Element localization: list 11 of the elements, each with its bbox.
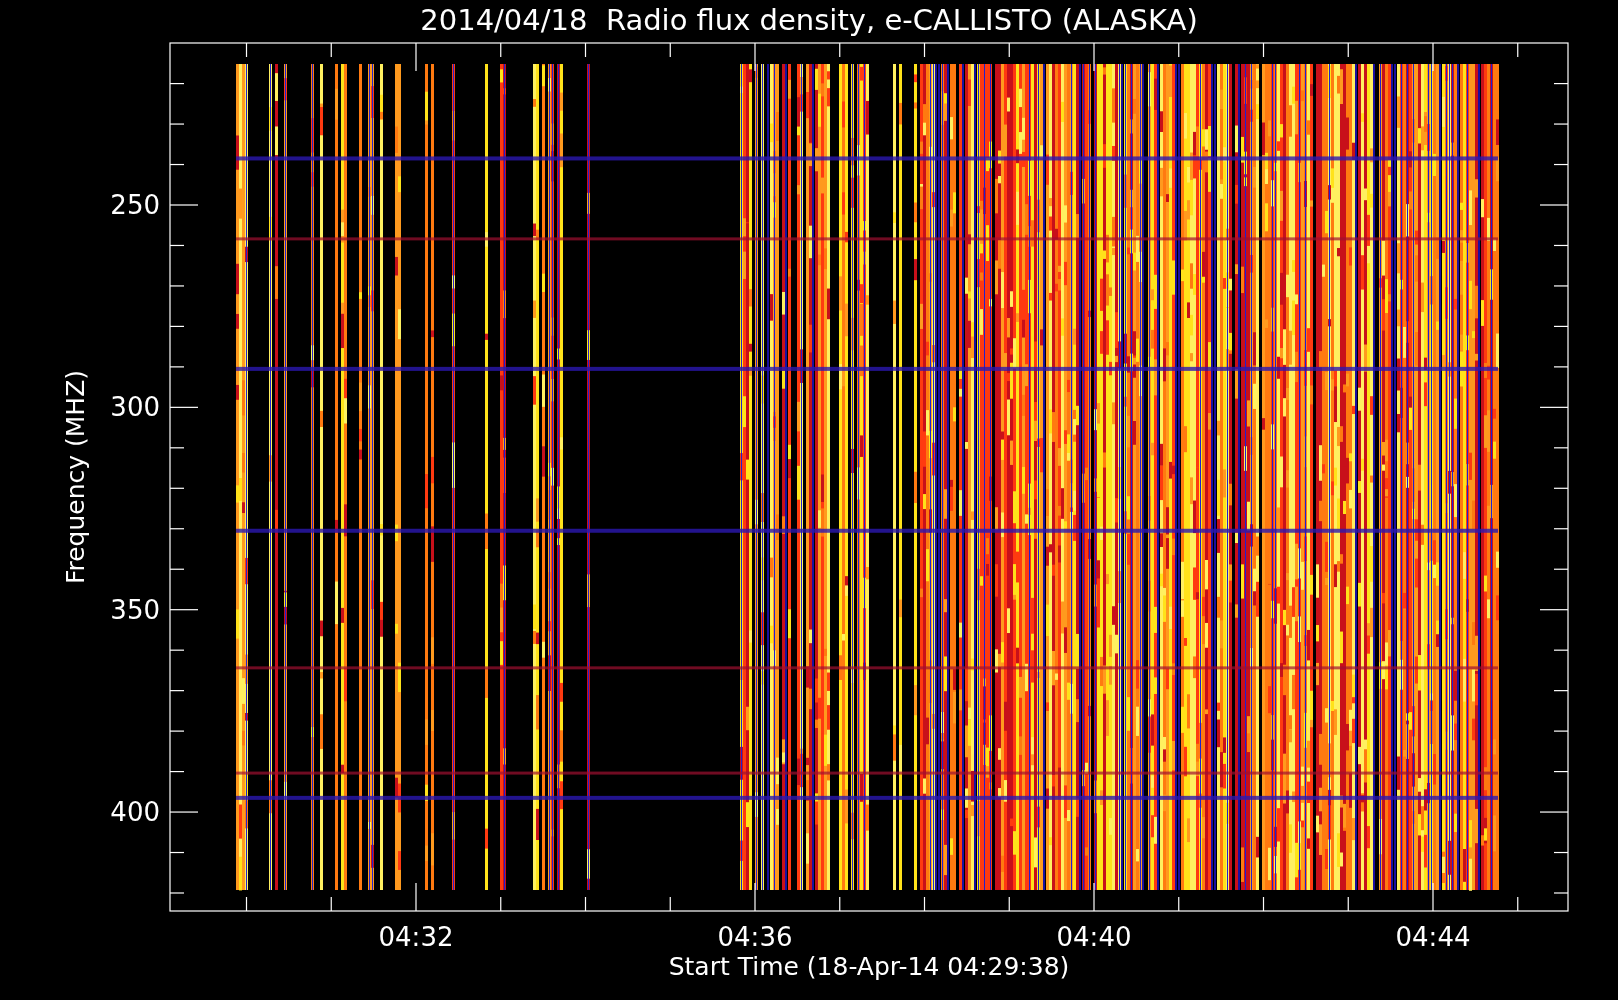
x-axis-label: Start Time (18-Apr-14 04:29:38) bbox=[668, 952, 1070, 981]
y-tick-label: 400 bbox=[110, 797, 160, 828]
chart-title: 2014/04/18 Radio flux density, e-CALLISTO (ALASKA) bbox=[420, 3, 1198, 37]
x-tick-label: 04:40 bbox=[1056, 922, 1132, 952]
y-tick-label: 350 bbox=[110, 594, 160, 625]
x-tick-label: 04:32 bbox=[378, 922, 454, 952]
y-axis-label: Frequency (MHZ) bbox=[61, 369, 90, 585]
x-tick-label: 04:44 bbox=[1395, 922, 1471, 952]
y-tick-label: 300 bbox=[110, 392, 160, 423]
x-tick-label: 04:36 bbox=[717, 922, 793, 952]
y-tick-label: 250 bbox=[110, 190, 160, 220]
